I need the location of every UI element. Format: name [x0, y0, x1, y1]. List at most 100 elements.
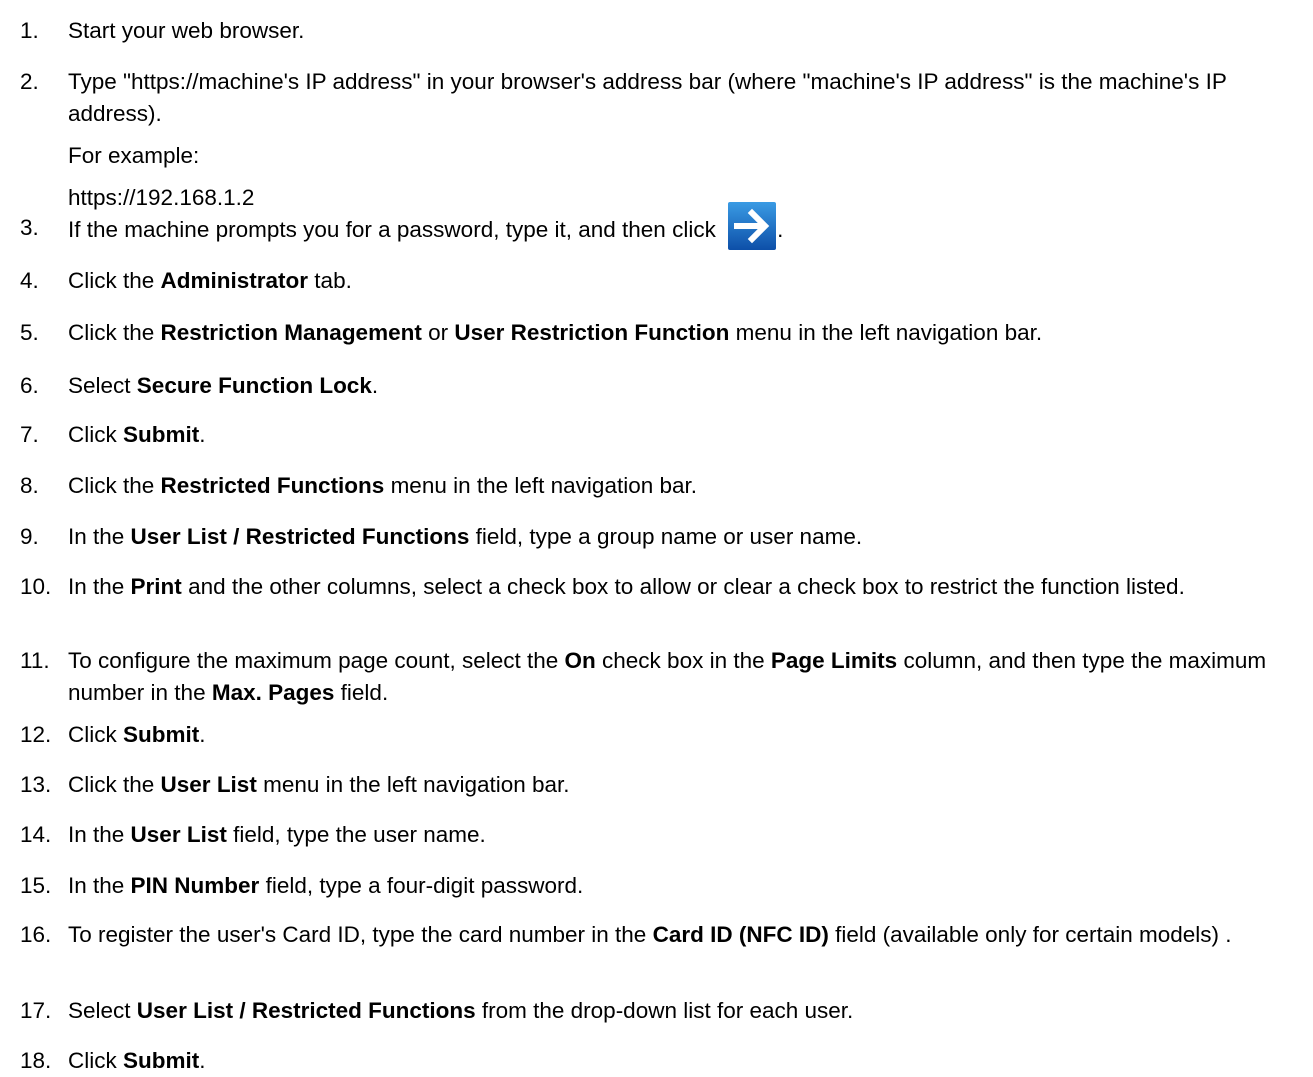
step-number: 9.: [20, 524, 39, 549]
step-text: Click Submit.: [68, 419, 1305, 451]
step-text-run: .: [777, 216, 784, 242]
step-text: To register the user's Card ID, type the…: [68, 919, 1305, 951]
ui-term: Restriction Management: [160, 320, 422, 345]
step-text: Click Submit.: [68, 719, 1305, 751]
step-item: 10. In the Print and the other columns, s…: [18, 571, 1305, 603]
step-item: 9. In the User List / Restricted Function…: [18, 521, 1305, 553]
step-text: Click Submit.: [68, 1045, 1305, 1077]
step-text-run: .: [199, 1048, 206, 1073]
step-text-run: field, type the user name.: [226, 822, 486, 847]
step-number: 2.: [20, 69, 39, 94]
step-item: 3. If the machine prompts you for a passw…: [18, 202, 1305, 250]
step-text-run: Click the: [68, 320, 161, 345]
step-text-run: .: [371, 373, 379, 398]
step-text-run: Click the: [68, 473, 161, 498]
step-text-run: In the: [68, 524, 131, 549]
step-number: 5.: [20, 320, 39, 345]
ui-term: Card ID (NFC ID): [652, 922, 829, 947]
step-text-run: field (available only for certain models…: [828, 922, 1232, 947]
step-text: To configure the maximum page count, sel…: [68, 645, 1305, 709]
step-item: 7. Click Submit.: [18, 419, 1305, 451]
step-text: Select User List / Restricted Functions …: [68, 995, 1305, 1027]
ui-term: Restricted Functions: [160, 473, 385, 498]
ui-term: User List / Restricted Functions: [136, 998, 476, 1023]
step-text-run: .: [199, 722, 206, 747]
step-number: 17.: [20, 998, 52, 1023]
ui-term: On: [564, 648, 596, 673]
step-number: 1.: [20, 18, 39, 43]
step-item: 8. Click the Restricted Functions menu in…: [18, 470, 1305, 502]
step-number: 6.: [20, 373, 39, 398]
step-text: If the machine prompts you for a passwor…: [68, 202, 1305, 250]
step-number: 3.: [20, 215, 39, 240]
step-text-run: In the: [68, 873, 131, 898]
step-text-run: In the: [68, 822, 131, 847]
step-text-run: Click: [68, 722, 123, 747]
ui-term: User List / Restricted Functions: [130, 524, 470, 549]
step-number: 15.: [20, 873, 52, 898]
ui-term: Submit: [123, 722, 200, 747]
step-text-run: Select: [68, 373, 137, 398]
step-number: 14.: [20, 822, 52, 847]
step-text-run: .: [199, 422, 206, 447]
step-text: In the Print and the other columns, sele…: [68, 571, 1305, 603]
step-text-run: To configure the maximum page count, sel…: [68, 648, 565, 673]
step-text-run: Click the: [68, 772, 161, 797]
step-text-run: Start your web browser.: [68, 18, 305, 43]
step-text-run: and the other columns, select a check bo…: [181, 574, 1185, 599]
step-text: In the User List / Restricted Functions …: [68, 521, 1305, 553]
step-item: 2. Type "https://machine's IP address" in…: [18, 66, 1305, 214]
step-text-run: or: [421, 320, 455, 345]
step-text-run: menu in the left navigation bar.: [384, 473, 698, 498]
step-number: 13.: [20, 772, 52, 797]
step-text-run: In the: [68, 574, 131, 599]
step-number: 4.: [20, 268, 39, 293]
step-number: 16.: [20, 922, 52, 947]
step-number: 12.: [20, 722, 52, 747]
step-text-run: Type "https://machine's IP address" in y…: [68, 69, 1227, 126]
step-item: 17. Select User List / Restricted Functio…: [18, 995, 1305, 1027]
ui-term: Submit: [123, 422, 200, 447]
step-item: 12. Click Submit.: [18, 719, 1305, 751]
ui-term: Secure Function Lock: [136, 373, 372, 398]
step-text-run: tab.: [308, 268, 352, 293]
ui-term: Print: [130, 574, 182, 599]
step-text-run: Click the: [68, 268, 161, 293]
step-text-run: Click: [68, 422, 123, 447]
step-text-run: field.: [334, 680, 389, 705]
step-item: 6. Select Secure Function Lock.: [18, 370, 1305, 402]
step-text-run: Click: [68, 1048, 123, 1073]
ui-term: User List: [160, 772, 257, 797]
ui-term: Max. Pages: [211, 680, 335, 705]
step-item: 13. Click the User List menu in the left …: [18, 769, 1305, 801]
step-item: 5. Click the Restriction Management or Us…: [18, 317, 1305, 349]
example-url: https://192.168.1.2: [68, 185, 255, 210]
step-number: 10.: [20, 574, 52, 599]
step-text: Type "https://machine's IP address" in y…: [68, 66, 1305, 130]
step-item: 4. Click the Administrator tab.: [18, 265, 1305, 297]
ui-term: User List: [130, 822, 227, 847]
step-item: 14. In the User List field, type the user…: [18, 819, 1305, 851]
example-label: For example:: [68, 143, 200, 168]
step-text: Click the User List menu in the left nav…: [68, 769, 1305, 801]
step-text: In the PIN Number field, type a four-dig…: [68, 870, 1305, 902]
step-text-run: If the machine prompts you for a passwor…: [68, 216, 723, 242]
step-text-run: field, type a four-digit password.: [259, 873, 584, 898]
step-item: 18. Click Submit.: [18, 1045, 1305, 1077]
step-text-run: Select: [68, 998, 137, 1023]
step-item: 11. To configure the maximum page count, …: [18, 645, 1305, 709]
step-text-run: field, type a group name or user name.: [469, 524, 863, 549]
ui-term: Administrator: [160, 268, 309, 293]
step-item: 1. Start your web browser.: [18, 15, 1305, 47]
step-text-run: menu in the left navigation bar.: [256, 772, 570, 797]
step-text-run: menu in the left navigation bar.: [729, 320, 1043, 345]
arrow-right-icon: [728, 202, 777, 250]
step-text: Click the Restriction Management or User…: [68, 317, 1305, 349]
step-text-run: check box in the: [595, 648, 771, 673]
step-number: 18.: [20, 1048, 52, 1073]
step-text: In the User List field, type the user na…: [68, 819, 1305, 851]
step-text-run: from the drop-down list for each user.: [475, 998, 854, 1023]
ui-term: User Restriction Function: [454, 320, 730, 345]
step-text: Click the Restricted Functions menu in t…: [68, 470, 1305, 502]
ui-term: PIN Number: [130, 873, 260, 898]
